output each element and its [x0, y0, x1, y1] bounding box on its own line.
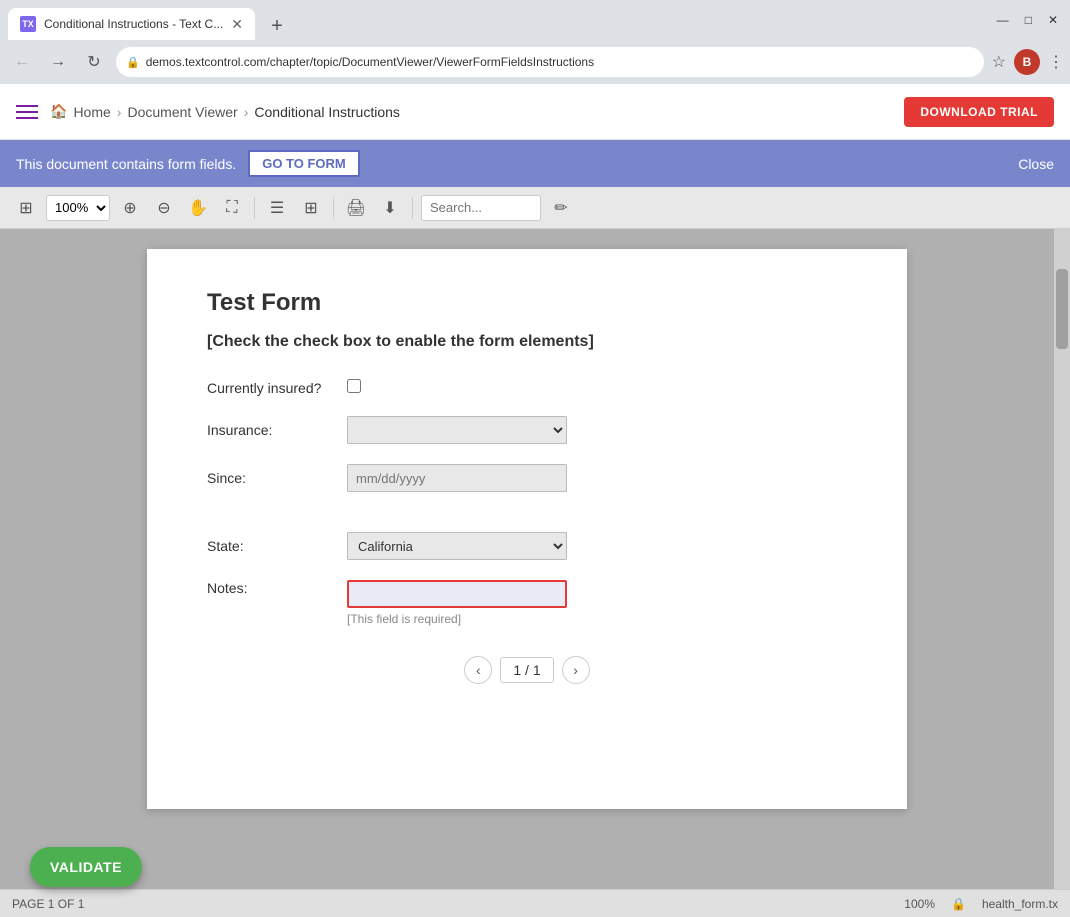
breadcrumb: 🏠 Home › Document Viewer › Conditional I… — [50, 103, 400, 120]
status-right: 100% 🔒 health_form.tx — [904, 897, 1058, 911]
address-bar-row: ← → ↻ 🔒 demos.textcontrol.com/chapter/to… — [0, 40, 1070, 84]
label-insured: Currently insured? — [207, 380, 347, 396]
toolbar-separator-3 — [412, 197, 413, 219]
label-since: Since: — [207, 470, 347, 486]
window-controls: — □ ✕ — [985, 0, 1070, 40]
tab-close-icon[interactable]: ✕ — [231, 16, 243, 33]
control-insured — [347, 379, 567, 396]
scrollbar[interactable] — [1054, 229, 1070, 889]
single-page-button[interactable]: ☰ — [263, 194, 291, 222]
document-page: Test Form [Check the check box to enable… — [147, 249, 907, 809]
two-page-button[interactable]: ⊞ — [297, 194, 325, 222]
control-insurance — [347, 416, 567, 444]
field-row-state: State: California — [207, 532, 847, 560]
goto-form-button[interactable]: GO TO FORM — [248, 150, 360, 177]
form-title: Test Form — [207, 289, 847, 317]
close-button[interactable]: ✕ — [1048, 13, 1058, 27]
label-state: State: — [207, 538, 347, 554]
input-notes[interactable] — [347, 580, 567, 608]
toolbar-separator-1 — [254, 197, 255, 219]
breadcrumb-document-viewer[interactable]: Document Viewer — [127, 104, 237, 120]
prev-page-button[interactable]: ‹ — [464, 656, 492, 684]
label-insurance: Insurance: — [207, 422, 347, 438]
menu-button[interactable]: ⋮ — [1048, 52, 1062, 72]
page-info: 1 / 1 — [500, 657, 553, 683]
toolbar-separator-2 — [333, 197, 334, 219]
field-row-notes: Notes: [This field is required] — [207, 580, 847, 626]
input-since[interactable] — [347, 464, 567, 492]
zoom-select[interactable]: 100% 75% 125% 150% — [46, 195, 110, 221]
control-state: California — [347, 532, 567, 560]
checkbox-insured[interactable] — [347, 379, 361, 393]
new-tab-button[interactable]: + — [263, 12, 291, 40]
control-since — [347, 464, 567, 492]
breadcrumb-home[interactable]: Home — [73, 104, 110, 120]
bookmark-icon[interactable]: ☆ — [992, 52, 1006, 72]
back-button[interactable]: ← — [8, 48, 36, 76]
download-trial-button[interactable]: DOWNLOAD TRIAL — [904, 97, 1054, 127]
page-count: PAGE 1 OF 1 — [12, 897, 84, 911]
close-notification-button[interactable]: Close — [1018, 156, 1054, 172]
print-button[interactable]: 🖨 — [342, 194, 370, 222]
form-subtitle: [Check the check box to enable the form … — [207, 333, 847, 351]
label-notes: Notes: — [207, 580, 347, 596]
field-row-insurance: Insurance: — [207, 416, 847, 444]
pagination: ‹ 1 / 1 › — [207, 656, 847, 684]
fit-page-button[interactable]: ⛶ — [218, 194, 246, 222]
viewer-body: Test Form [Check the check box to enable… — [0, 229, 1070, 889]
address-bar[interactable]: 🔒 demos.textcontrol.com/chapter/topic/Do… — [116, 47, 984, 77]
breadcrumb-sep-2: › — [244, 104, 249, 120]
zoom-out-button[interactable]: ⊖ — [150, 194, 178, 222]
scrollbar-thumb[interactable] — [1056, 269, 1068, 349]
zoom-in-button[interactable]: ⊕ — [116, 194, 144, 222]
address-text: demos.textcontrol.com/chapter/topic/Docu… — [146, 55, 594, 69]
home-icon: 🏠 — [50, 103, 67, 120]
download-button[interactable]: ⬇ — [376, 194, 404, 222]
required-message: [This field is required] — [347, 612, 567, 626]
validate-button[interactable]: VALIDATE — [30, 847, 142, 887]
field-row-insured: Currently insured? — [207, 379, 847, 396]
tab-bar: TX Conditional Instructions - Text C... … — [0, 0, 1070, 40]
status-bar: PAGE 1 OF 1 100% 🔒 health_form.tx — [0, 889, 1070, 917]
forward-button[interactable]: → — [44, 48, 72, 76]
toolbar: ⊞ 100% 75% 125% 150% ⊕ ⊖ ✋ ⛶ ☰ ⊞ 🖨 ⬇ ✏ — [0, 187, 1070, 229]
pan-button[interactable]: ✋ — [184, 194, 212, 222]
form-notification-bar: This document contains form fields. GO T… — [0, 140, 1070, 187]
minimize-button[interactable]: — — [997, 13, 1009, 27]
maximize-button[interactable]: □ — [1025, 13, 1032, 27]
field-row-since: Since: — [207, 464, 847, 492]
breadcrumb-current: Conditional Instructions — [254, 104, 400, 120]
app-bar: 🏠 Home › Document Viewer › Conditional I… — [0, 84, 1070, 140]
search-input[interactable] — [421, 195, 541, 221]
page-area[interactable]: Test Form [Check the check box to enable… — [0, 229, 1054, 889]
hamburger-menu[interactable] — [16, 105, 38, 119]
breadcrumb-sep-1: › — [117, 104, 122, 120]
select-state[interactable]: California — [347, 532, 567, 560]
panel-toggle-button[interactable]: ⊞ — [12, 194, 40, 222]
tab-title: Conditional Instructions - Text C... — [44, 17, 223, 31]
select-insurance[interactable] — [347, 416, 567, 444]
annotation-button[interactable]: ✏ — [547, 194, 575, 222]
viewer-wrapper: This document contains form fields. GO T… — [0, 140, 1070, 917]
active-tab[interactable]: TX Conditional Instructions - Text C... … — [8, 8, 255, 40]
lock-icon: 🔒 — [126, 56, 140, 69]
tab-icon: TX — [20, 16, 36, 32]
next-page-button[interactable]: › — [562, 656, 590, 684]
filename: health_form.tx — [982, 897, 1058, 911]
lock-status-icon: 🔒 — [951, 897, 966, 911]
control-notes: [This field is required] — [347, 580, 567, 626]
notification-text: This document contains form fields. — [16, 156, 236, 172]
zoom-level: 100% — [904, 897, 935, 911]
refresh-button[interactable]: ↻ — [80, 48, 108, 76]
profile-button[interactable]: B — [1014, 49, 1040, 75]
